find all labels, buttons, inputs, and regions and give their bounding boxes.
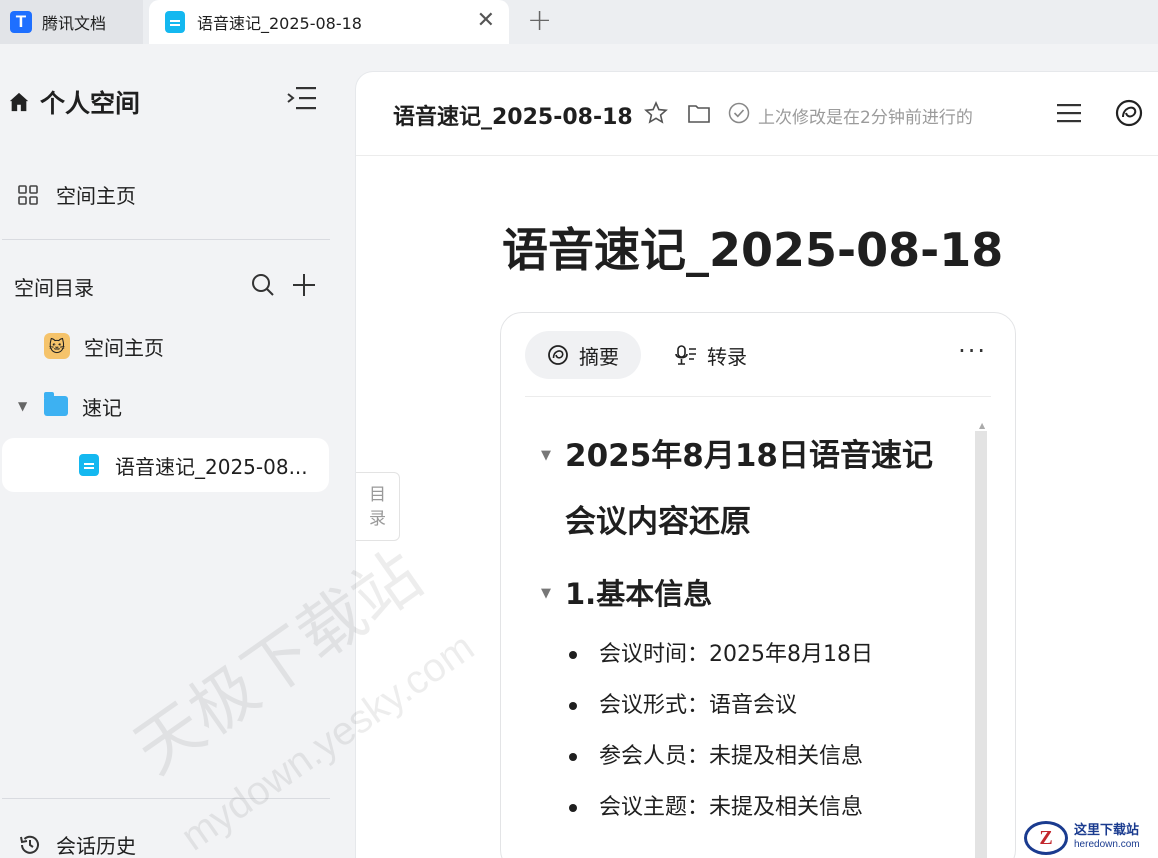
tree-item-label: 空间主页: [84, 335, 164, 360]
grid-icon: [18, 184, 38, 205]
info-list: 会议时间：2025年8月18日 会议形式：语音会议 参会人员：未提及相关信息 会…: [541, 635, 961, 839]
star-icon[interactable]: [644, 101, 668, 125]
site-badge-text: 这里下载站 heredown.com: [1074, 824, 1140, 852]
close-tab-button[interactable]: ✕: [477, 8, 495, 33]
tab-summary[interactable]: 摘要: [525, 331, 641, 379]
caret-down-icon[interactable]: ▼: [541, 423, 551, 489]
caret-down-icon[interactable]: ▼: [541, 561, 551, 627]
app-name: 腾讯文档: [42, 14, 107, 33]
app-home-tab[interactable]: T 腾讯文档: [0, 0, 143, 44]
move-folder-icon[interactable]: [687, 102, 711, 124]
tree-item-space-home[interactable]: 🐱 空间主页: [44, 326, 164, 366]
tab-bar: T 腾讯文档 语音速记_2025-08-18 ✕ +: [0, 0, 1158, 44]
tab-summary-label: 摘要: [579, 344, 619, 369]
divider: [2, 239, 330, 240]
doc-icon: [79, 454, 99, 476]
main-panel: 语音速记_2025-08-18 上次修改是在2分钟前进行的 语音速记_2025-…: [355, 71, 1158, 858]
new-tab-button[interactable]: +: [527, 3, 552, 38]
folder-icon: [44, 392, 68, 416]
tree-item-folder-notes[interactable]: ▼ 速记: [18, 386, 122, 426]
voice-note-card: 摘要 转录 ··· ▼ 2025年8月18日语音速记会议内容还原 ▼ 1.基本信…: [500, 312, 1016, 858]
search-icon[interactable]: [251, 273, 275, 297]
tab-transcript[interactable]: 转录: [653, 331, 769, 379]
divider: [2, 798, 330, 799]
sidebar: 个人空间 空间主页 空间目录 🐱 空间主页 ▼ 速记 语音速记_2025-08.…: [0, 44, 355, 858]
list-item: 会议形式：语音会议: [569, 686, 961, 737]
document-tab[interactable]: 语音速记_2025-08-18 ✕: [149, 0, 509, 44]
doc-icon: [165, 11, 185, 33]
site-badge-logo-icon: Z: [1024, 821, 1068, 855]
heading-text: 2025年8月18日语音速记会议内容还原: [565, 438, 933, 540]
space-title: 个人空间: [40, 89, 141, 118]
summary-content: ▼ 2025年8月18日语音速记会议内容还原 ▼ 1.基本信息 会议时间：202…: [541, 423, 961, 839]
tencent-docs-logo-icon: T: [10, 11, 32, 33]
save-status: 上次修改是在2分钟前进行的: [758, 108, 973, 128]
ai-assistant-icon[interactable]: [1114, 98, 1144, 128]
more-options-button[interactable]: ···: [958, 337, 987, 365]
site-badge-en: heredown.com: [1074, 839, 1140, 850]
home-icon: [9, 92, 29, 112]
history-icon: [20, 835, 39, 854]
add-icon[interactable]: [292, 273, 316, 297]
heading-text: 1.基本信息: [565, 577, 713, 611]
ai-summary-icon: [548, 345, 568, 365]
scroll-up-icon[interactable]: ▲: [979, 421, 985, 430]
summary-heading-2: ▼ 1.基本信息: [541, 561, 961, 627]
list-item: 参会人员：未提及相关信息: [569, 737, 961, 788]
tab-transcript-label: 转录: [707, 344, 747, 369]
menu-icon[interactable]: [1056, 101, 1082, 125]
space-home-label: 空间主页: [56, 184, 136, 208]
document-header: 语音速记_2025-08-18 上次修改是在2分钟前进行的: [356, 72, 1158, 156]
collapse-sidebar-icon[interactable]: [286, 84, 318, 112]
card-tabs: 摘要 转录 ···: [525, 331, 991, 397]
document-title[interactable]: 语音速记_2025-08-18: [502, 214, 1003, 280]
saved-check-icon: [728, 102, 750, 124]
list-item: 会议时间：2025年8月18日: [569, 635, 961, 686]
toc-button[interactable]: 目 录: [356, 472, 400, 541]
history-link[interactable]: 会话历史: [18, 830, 136, 858]
emoji-avatar-icon: 🐱: [44, 333, 70, 359]
history-label: 会话历史: [56, 834, 136, 858]
tree-item-selected-doc[interactable]: 语音速记_2025-08...: [2, 438, 329, 492]
tree-item-label: 速记: [82, 395, 122, 420]
list-item: 会议主题：未提及相关信息: [569, 788, 961, 839]
site-badge: Z 这里下载站 heredown.com: [1024, 818, 1158, 858]
space-home-link[interactable]: 空间主页: [18, 180, 136, 209]
header-doc-title[interactable]: 语音速记_2025-08-18: [393, 99, 633, 131]
toc-label: 目: [369, 484, 386, 505]
caret-down-icon[interactable]: ▼: [18, 399, 44, 413]
toc-label: 录: [369, 508, 386, 529]
mic-transcript-icon: [675, 345, 696, 365]
tree-item-label: 语音速记_2025-08...: [115, 454, 308, 479]
summary-heading-1: ▼ 2025年8月18日语音速记会议内容还原: [541, 423, 961, 555]
directory-label: 空间目录: [14, 276, 94, 300]
space-header: 个人空间: [8, 84, 140, 120]
document-tab-title: 语音速记_2025-08-18: [197, 14, 362, 33]
site-badge-cn: 这里下载站: [1074, 823, 1140, 838]
scrollbar[interactable]: [975, 431, 987, 858]
